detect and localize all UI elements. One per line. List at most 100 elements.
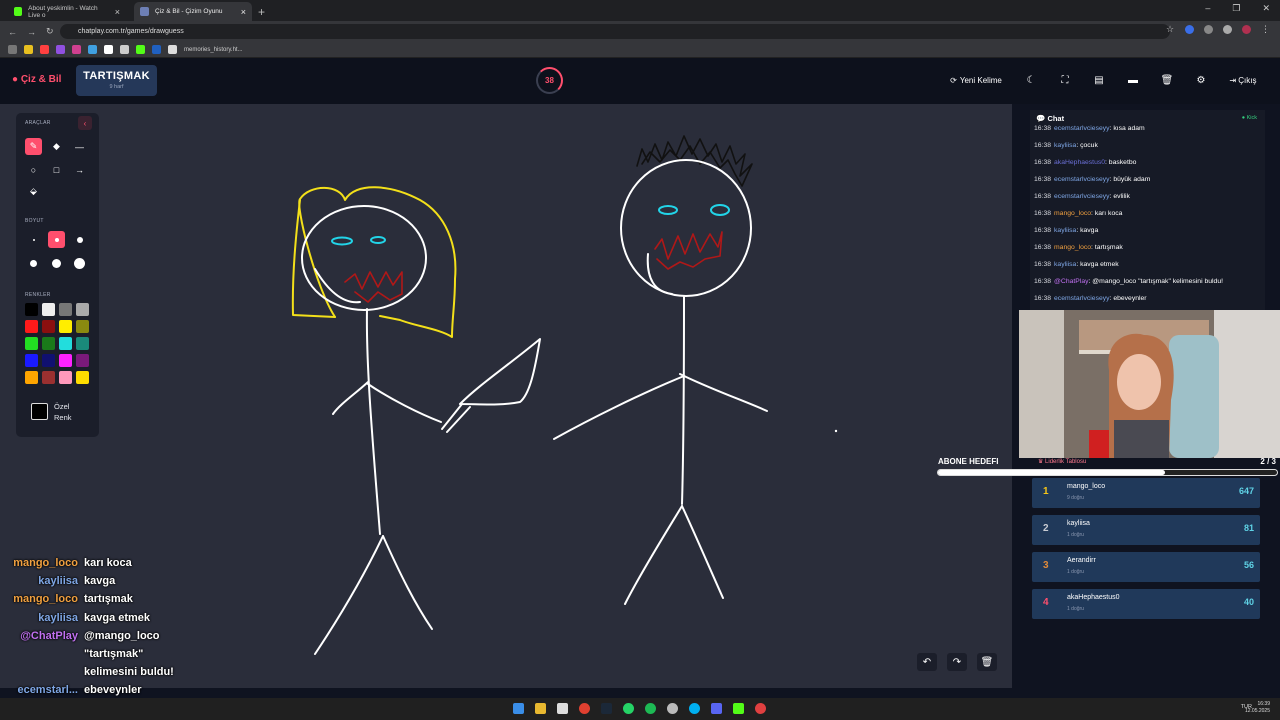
bookmark-icon[interactable]: [88, 45, 97, 54]
color-swatch[interactable]: [25, 354, 38, 367]
line-tool[interactable]: —: [71, 138, 88, 155]
extension-icon[interactable]: [1204, 25, 1213, 34]
close-icon[interactable]: ×: [241, 7, 246, 17]
clear-button[interactable]: 🗑: [1155, 71, 1179, 89]
chat-username[interactable]: kayliisa: [1054, 142, 1076, 149]
bookmark-icon[interactable]: [104, 45, 113, 54]
color-swatch[interactable]: [76, 354, 89, 367]
color-swatch[interactable]: [59, 354, 72, 367]
bookmark-icon[interactable]: [120, 45, 129, 54]
collapse-button[interactable]: ‹: [78, 116, 92, 130]
close-window-button[interactable]: ✕: [1262, 3, 1270, 14]
new-tab-button[interactable]: +: [258, 3, 265, 21]
undo-button[interactable]: ↶: [917, 653, 937, 671]
bookmark-icon[interactable]: [136, 45, 145, 54]
bookmark-icon[interactable]: [40, 45, 49, 54]
whatsapp-icon[interactable]: [623, 703, 634, 714]
color-swatch[interactable]: [42, 371, 55, 384]
color-swatch[interactable]: [42, 337, 55, 350]
color-swatch[interactable]: [42, 303, 55, 316]
color-swatch[interactable]: [76, 371, 89, 384]
discord-icon[interactable]: [711, 703, 722, 714]
fill-tool[interactable]: ⬙: [25, 183, 42, 200]
chat-username[interactable]: kayliisa: [1054, 261, 1076, 268]
bookmark-icon[interactable]: [168, 45, 177, 54]
color-swatch[interactable]: [42, 354, 55, 367]
size-l[interactable]: [25, 255, 42, 272]
app-icon[interactable]: [755, 703, 766, 714]
store-icon[interactable]: [557, 703, 568, 714]
forward-icon[interactable]: →: [27, 27, 36, 37]
settings-icon[interactable]: [667, 703, 678, 714]
color-swatch[interactable]: [59, 320, 72, 333]
rectangle-tool[interactable]: □: [48, 161, 65, 178]
star-icon[interactable]: ☆: [1166, 25, 1175, 34]
redo-button[interactable]: ↷: [947, 653, 967, 671]
new-word-button[interactable]: ⟳ Yeni Kelime: [948, 71, 1004, 89]
settings-button[interactable]: ⚙: [1189, 71, 1213, 89]
size-m[interactable]: [71, 231, 88, 248]
chat-username[interactable]: mango_loco: [1054, 210, 1091, 217]
size-xl[interactable]: [48, 255, 65, 272]
browser-tab-cizbil[interactable]: Çiz & Bil - Çizim Oyunu ×: [134, 2, 252, 21]
exit-button[interactable]: ⇥ Çıkış: [1226, 71, 1260, 89]
color-swatch[interactable]: [76, 337, 89, 350]
extension-icon[interactable]: [1223, 25, 1232, 34]
color-swatch[interactable]: [25, 371, 38, 384]
color-swatch[interactable]: [76, 303, 89, 316]
color-swatch[interactable]: [59, 303, 72, 316]
reload-icon[interactable]: ↻: [46, 26, 54, 37]
bookmark-icon[interactable]: [56, 45, 65, 54]
bookmark-label[interactable]: memories_history.ht...: [184, 47, 243, 53]
clock[interactable]: 16:39 12.05.2025: [1245, 701, 1270, 715]
skype-icon[interactable]: [689, 703, 700, 714]
chat-username[interactable]: @ChatPlay: [1054, 278, 1088, 285]
size-s[interactable]: [48, 231, 65, 248]
app-icon[interactable]: [733, 703, 744, 714]
color-swatch[interactable]: [42, 320, 55, 333]
custom-color-label[interactable]: Özel Renk: [54, 401, 72, 423]
spotify-icon[interactable]: [645, 703, 656, 714]
arrow-tool[interactable]: →: [71, 161, 88, 178]
close-icon[interactable]: ×: [115, 7, 120, 17]
extension-icon[interactable]: [1185, 25, 1194, 34]
minimize-button[interactable]: –: [1205, 3, 1210, 14]
chat-username[interactable]: ecemstarlvcieseyy: [1054, 295, 1110, 302]
pen-tool[interactable]: ✎: [25, 138, 42, 155]
color-swatch[interactable]: [25, 337, 38, 350]
bookmark-icon[interactable]: [72, 45, 81, 54]
chat-username[interactable]: kayliisa: [1054, 227, 1076, 234]
color-swatch[interactable]: [25, 320, 38, 333]
chat-username[interactable]: ecemstarlvcieseyy: [1054, 193, 1110, 200]
browser-tab-kick[interactable]: About yeskimlin - Watch Live o ×: [8, 2, 126, 21]
color-swatch[interactable]: [25, 303, 38, 316]
chat-username[interactable]: mango_loco: [1054, 244, 1091, 251]
menu-icon[interactable]: ⋮: [1261, 25, 1270, 34]
steam-icon[interactable]: [601, 703, 612, 714]
color-swatch[interactable]: [59, 371, 72, 384]
file-explorer-icon[interactable]: [535, 703, 546, 714]
bookmark-icon[interactable]: [24, 45, 33, 54]
custom-color-swatch[interactable]: [31, 403, 48, 420]
chat-username[interactable]: akaHephaestus0: [1054, 159, 1105, 166]
app-logo[interactable]: ● Çiz & Bil: [12, 74, 61, 85]
panel-button[interactable]: ▬: [1121, 71, 1145, 89]
size-xxl[interactable]: [71, 255, 88, 272]
back-icon[interactable]: ←: [8, 27, 17, 37]
dark-mode-button[interactable]: ☾: [1019, 71, 1043, 89]
chat-username[interactable]: ecemstarlvcieseyy: [1054, 125, 1110, 132]
size-xs[interactable]: [25, 231, 42, 248]
profile-avatar[interactable]: [1242, 25, 1251, 34]
chat-toggle-button[interactable]: ▤: [1087, 71, 1111, 89]
chat-username[interactable]: ecemstarlvcieseyy: [1054, 176, 1110, 183]
apps-icon[interactable]: [8, 45, 17, 54]
bookmark-icon[interactable]: [152, 45, 161, 54]
chrome-icon[interactable]: [579, 703, 590, 714]
eraser-tool[interactable]: ◆: [48, 138, 65, 155]
url-field[interactable]: chatplay.com.tr/games/drawguess: [60, 24, 1170, 39]
windows-start-icon[interactable]: [513, 703, 524, 714]
fullscreen-button[interactable]: ⛶: [1053, 71, 1077, 89]
color-swatch[interactable]: [76, 320, 89, 333]
color-swatch[interactable]: [59, 337, 72, 350]
maximize-button[interactable]: ❐: [1232, 3, 1240, 14]
